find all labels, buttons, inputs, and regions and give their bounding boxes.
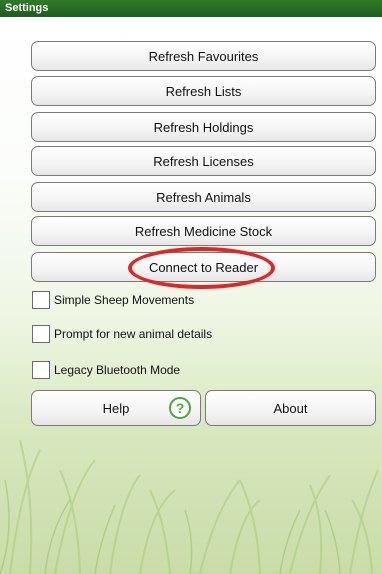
legacy-bluetooth-mode-option[interactable]: Legacy Bluetooth Mode <box>32 359 180 381</box>
refresh-licenses-label: Refresh Licenses <box>153 153 254 169</box>
help-label: Help <box>102 400 130 416</box>
refresh-holdings-button[interactable]: Refresh Holdings <box>31 112 376 142</box>
refresh-favourites-button[interactable]: Refresh Favourites <box>31 41 376 71</box>
refresh-favourites-label: Refresh Favourites <box>148 48 259 64</box>
refresh-holdings-label: Refresh Holdings <box>153 119 254 135</box>
simple-sheep-movements-checkbox[interactable] <box>32 291 50 309</box>
help-button[interactable]: Help ? <box>31 390 201 426</box>
legacy-bluetooth-mode-checkbox[interactable] <box>32 361 50 379</box>
refresh-animals-button[interactable]: Refresh Animals <box>31 182 376 212</box>
refresh-medicine-stock-label: Refresh Medicine Stock <box>134 223 273 239</box>
prompt-new-animal-details-option[interactable]: Prompt for new animal details <box>32 323 212 345</box>
title-bar: Settings <box>0 0 382 17</box>
simple-sheep-movements-option[interactable]: Simple Sheep Movements <box>32 289 194 311</box>
help-question-icon: ? <box>169 397 191 419</box>
prompt-new-animal-details-label: Prompt for new animal details <box>54 327 213 341</box>
about-label: About <box>273 400 308 416</box>
prompt-new-animal-details-checkbox[interactable] <box>32 325 50 343</box>
simple-sheep-movements-label: Simple Sheep Movements <box>54 293 195 307</box>
refresh-licenses-button[interactable]: Refresh Licenses <box>31 146 376 176</box>
refresh-animals-label: Refresh Animals <box>156 189 251 205</box>
connect-to-reader-button[interactable]: Connect to Reader <box>31 252 376 282</box>
refresh-lists-button[interactable]: Refresh Lists <box>31 76 376 106</box>
about-button[interactable]: About <box>205 390 376 426</box>
legacy-bluetooth-mode-label: Legacy Bluetooth Mode <box>54 363 181 377</box>
refresh-lists-label: Refresh Lists <box>165 83 242 99</box>
connect-to-reader-label: Connect to Reader <box>148 259 259 275</box>
refresh-medicine-stock-button[interactable]: Refresh Medicine Stock <box>31 216 376 246</box>
window-title: Settings <box>5 2 49 14</box>
